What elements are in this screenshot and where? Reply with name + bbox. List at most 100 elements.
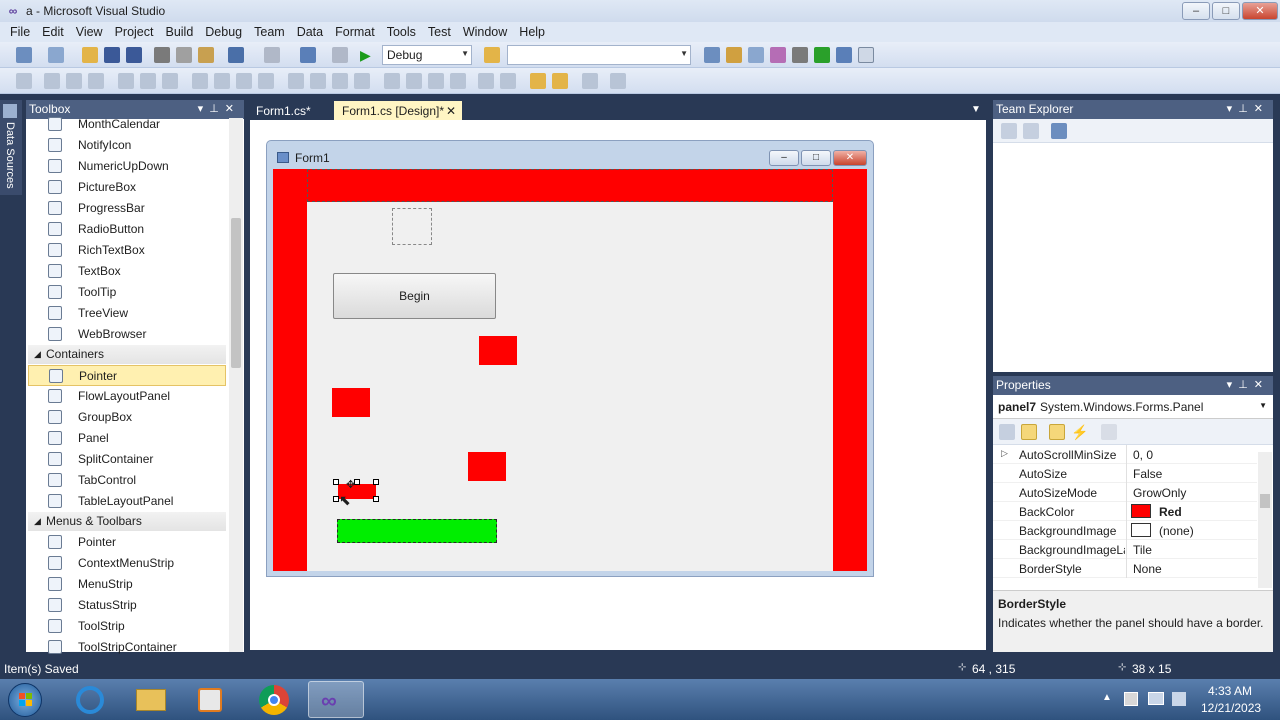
toolbox-item[interactable]: NumericUpDown <box>28 156 226 177</box>
properties-view-icon[interactable] <box>1049 424 1065 440</box>
panel-block[interactable] <box>332 388 370 417</box>
bring-to-front-icon[interactable] <box>530 73 546 89</box>
make-same-width-icon[interactable] <box>192 73 208 89</box>
property-value[interactable]: (none) <box>1159 524 1194 538</box>
toolbox-item[interactable]: GroupBox <box>28 407 226 428</box>
close-tab-icon[interactable]: ✕ <box>446 104 456 118</box>
paste-icon[interactable] <box>198 47 214 63</box>
menu-edit[interactable]: Edit <box>36 25 70 39</box>
add-item-icon[interactable] <box>48 47 64 63</box>
object-browser-icon[interactable] <box>748 47 764 63</box>
menu-team[interactable]: Team <box>248 25 291 39</box>
toolbox-item[interactable]: ToolStripContainer <box>28 637 226 658</box>
increase-vertical-spacing-icon[interactable] <box>406 73 422 89</box>
center-horizontally-icon[interactable] <box>478 73 494 89</box>
align-rights-icon[interactable] <box>88 73 104 89</box>
property-row[interactable]: BackgroundImage (none) <box>993 521 1257 540</box>
panel-right-wall[interactable] <box>833 169 867 571</box>
tools-icon[interactable] <box>792 47 808 63</box>
property-row[interactable]: ▷ AutoScrollMinSize 0, 0 <box>993 445 1257 464</box>
taskbar-file-explorer[interactable] <box>122 681 178 718</box>
make-same-height-icon[interactable] <box>236 73 252 89</box>
align-centers-icon[interactable] <box>66 73 82 89</box>
toolbox-item[interactable]: TreeView <box>28 303 226 324</box>
close-icon[interactable]: ✕ <box>1254 103 1269 115</box>
menu-build[interactable]: Build <box>159 25 199 39</box>
property-value[interactable]: Tile <box>1133 543 1152 557</box>
property-row[interactable]: AutoSizeMode GrowOnly <box>993 483 1257 502</box>
menu-window[interactable]: Window <box>457 25 513 39</box>
toolbox-item[interactable]: Pointer <box>28 365 226 386</box>
align-lefts-icon[interactable] <box>44 73 60 89</box>
menu-debug[interactable]: Debug <box>199 25 248 39</box>
panel-top-wall[interactable] <box>307 169 833 202</box>
horizontal-spacing-icon[interactable] <box>288 73 304 89</box>
align-bottoms-icon[interactable] <box>162 73 178 89</box>
menu-test[interactable]: Test <box>422 25 457 39</box>
action-center-icon[interactable] <box>1124 692 1138 706</box>
dropdown-icon[interactable]: ▾ <box>1227 379 1239 391</box>
undo-icon[interactable] <box>228 47 244 63</box>
minimize-button[interactable]: – <box>1182 2 1210 20</box>
panel-block[interactable] <box>468 452 506 481</box>
taskbar-internet-explorer[interactable] <box>62 681 118 718</box>
decrease-vertical-spacing-icon[interactable] <box>428 73 444 89</box>
toolbox-item[interactable]: ProgressBar <box>28 198 226 219</box>
close-icon[interactable]: ✕ <box>1254 379 1269 391</box>
toolbox-item[interactable]: RichTextBox <box>28 240 226 261</box>
toolbox-item[interactable]: TabControl <box>28 470 226 491</box>
toolbox-item[interactable]: PictureBox <box>28 177 226 198</box>
redo-icon[interactable] <box>264 47 280 63</box>
toolbox-item[interactable]: SplitContainer <box>28 449 226 470</box>
menu-project[interactable]: Project <box>109 25 160 39</box>
begin-button[interactable]: Begin <box>333 273 496 319</box>
tab-form1-design[interactable]: Form1.cs [Design]* ✕ <box>334 101 462 121</box>
align-tops-icon[interactable] <box>118 73 134 89</box>
vertical-spacing-icon[interactable] <box>384 73 400 89</box>
remove-vertical-spacing-icon[interactable] <box>450 73 466 89</box>
navigate-backward-icon[interactable] <box>300 47 316 63</box>
menu-data[interactable]: Data <box>291 25 329 39</box>
clock-date[interactable]: 12/21/2023 <box>1201 701 1261 715</box>
toolbox-item[interactable]: MenuStrip <box>28 574 226 595</box>
align-to-grid-icon[interactable] <box>16 73 32 89</box>
tab-order-icon[interactable] <box>582 73 598 89</box>
dropdown-icon[interactable]: ▾ <box>1227 103 1239 115</box>
start-page-icon[interactable] <box>814 47 830 63</box>
taskbar-media-player[interactable] <box>182 681 238 718</box>
copy-icon[interactable] <box>176 47 192 63</box>
property-grid-scrollbar[interactable] <box>1258 452 1272 588</box>
resize-handle[interactable] <box>373 479 379 485</box>
toolbox-item[interactable]: FlowLayoutPanel <box>28 386 226 407</box>
form-client-area[interactable] <box>273 169 867 571</box>
property-row[interactable]: BorderStyle None <box>993 559 1257 578</box>
align-middles-icon[interactable] <box>140 73 156 89</box>
property-row[interactable]: BackgroundImageLa Tile <box>993 540 1257 559</box>
toolbox-item[interactable]: RadioButton <box>28 219 226 240</box>
empty-panel-outline[interactable] <box>392 208 432 245</box>
refresh-icon[interactable] <box>1001 123 1017 139</box>
resize-handle[interactable] <box>333 479 339 485</box>
events-icon[interactable]: ⚡ <box>1071 424 1088 440</box>
property-row[interactable]: AutoSize False <box>993 464 1257 483</box>
tab-list-dropdown-icon[interactable]: ▼ <box>971 104 981 115</box>
find-in-files-icon[interactable] <box>484 47 500 63</box>
toolbox-item[interactable]: ToolTip <box>28 282 226 303</box>
center-vertically-icon[interactable] <box>500 73 516 89</box>
network-icon[interactable] <box>1148 692 1164 705</box>
property-value[interactable]: None <box>1133 562 1162 576</box>
toolbox-item[interactable]: WebBrowser <box>28 324 226 345</box>
stop-icon[interactable] <box>1023 123 1039 139</box>
close-button[interactable]: ✕ <box>1242 2 1278 20</box>
menu-format[interactable]: Format <box>329 25 381 39</box>
toolbox-group-header[interactable]: ◢ Menus & Toolbars <box>28 512 226 531</box>
property-row[interactable]: BackColor Red <box>993 502 1257 521</box>
menu-file[interactable]: File <box>4 25 36 39</box>
toolbox-scrollbar[interactable] <box>229 118 243 652</box>
tab-form1-code[interactable]: Form1.cs* <box>248 101 332 121</box>
window-layout-icon[interactable] <box>858 47 874 63</box>
property-pages-icon[interactable] <box>1101 424 1117 440</box>
taskbar-chrome[interactable] <box>246 681 302 718</box>
size-to-grid-icon[interactable] <box>214 73 230 89</box>
panel-green-paddle[interactable] <box>337 519 497 543</box>
